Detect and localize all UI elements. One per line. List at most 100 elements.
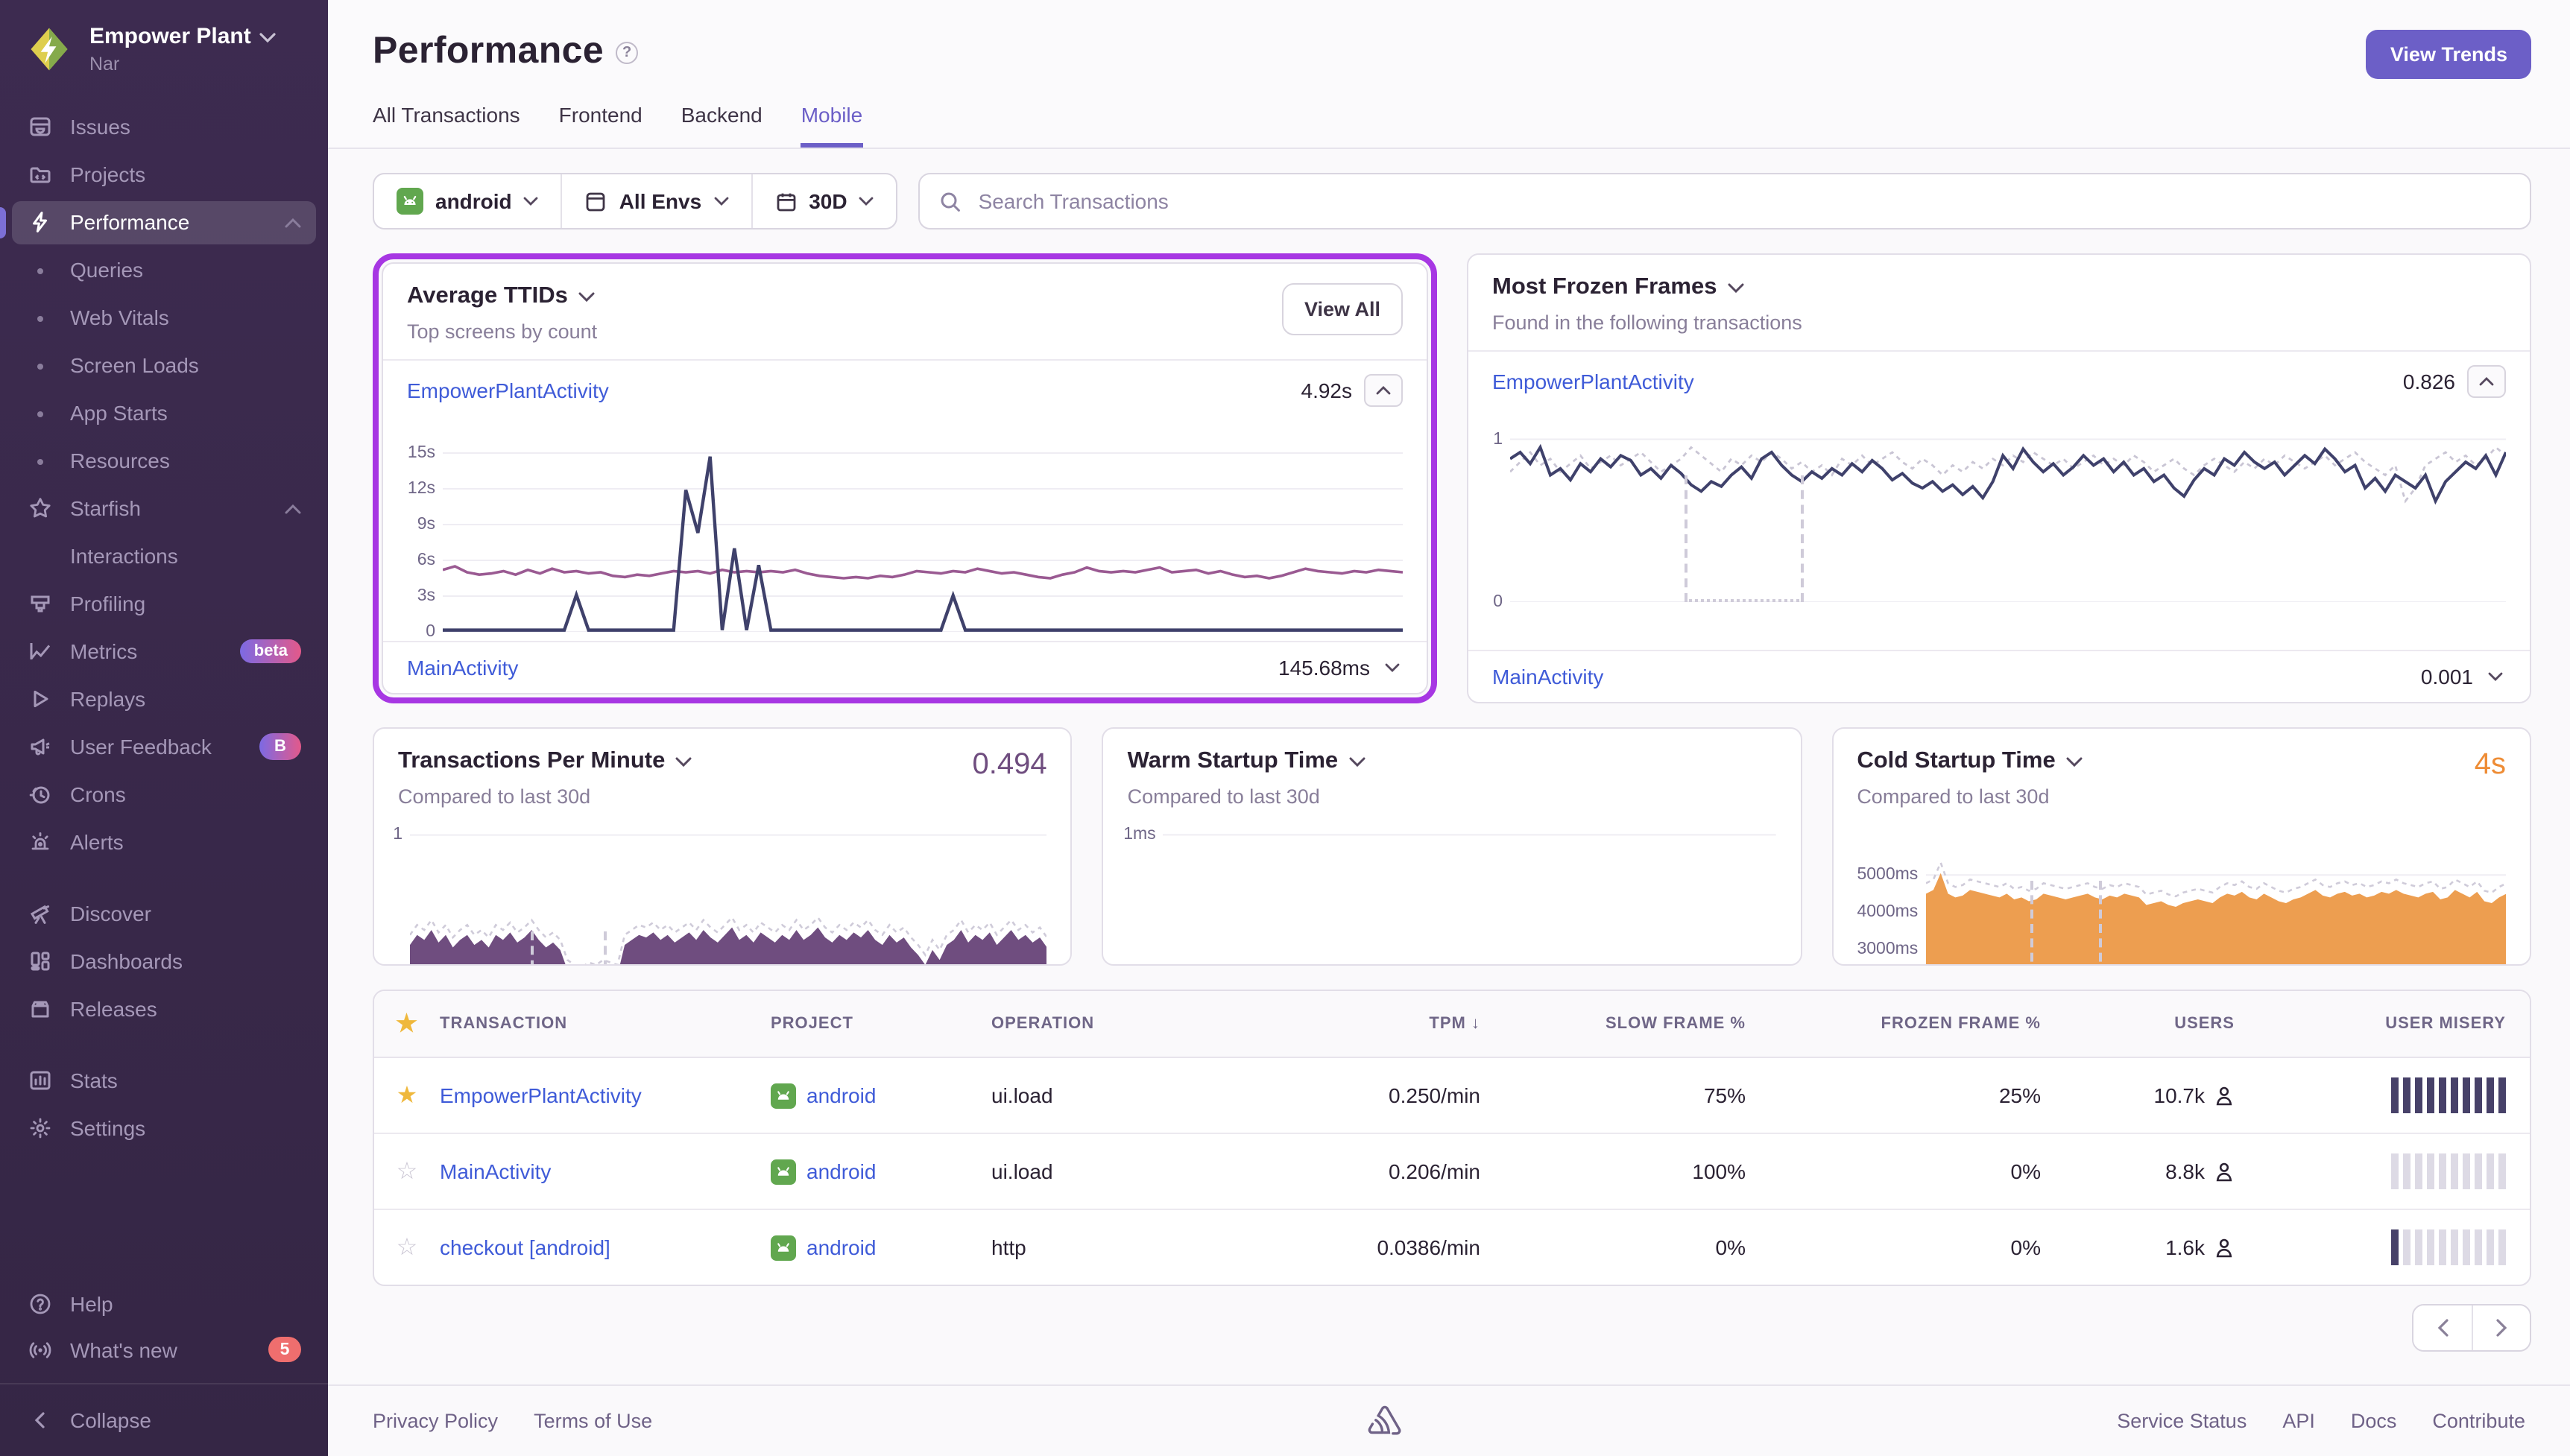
sidebar-item-discover[interactable]: Discover [12,893,316,936]
transaction-link[interactable]: checkout [android] [440,1235,610,1259]
transaction-link[interactable]: MainActivity [1492,665,1603,689]
project-filter[interactable]: android [374,174,561,228]
star-column-header: ★ [374,991,440,1057]
bullet-icon [37,316,43,322]
col-operation[interactable]: OPERATION [991,997,1242,1051]
terms-of-use-link[interactable]: Terms of Use [534,1410,652,1432]
misery-bar [2487,1153,2494,1189]
gear-icon [27,1117,54,1141]
misery-bar [2475,1077,2482,1113]
star-toggle[interactable]: ☆ [374,1213,440,1282]
project-link[interactable]: android [806,1159,876,1183]
sentry-logo-icon [1365,1403,1404,1439]
collapse-row-button[interactable] [1364,374,1403,407]
help-tooltip-icon[interactable]: ? [616,42,638,64]
sidebar-item-interactions[interactable]: Interactions [12,535,316,578]
tab-frontend[interactable]: Frontend [559,103,642,148]
sort-desc-icon: ↓ [1471,1015,1480,1033]
service-status-link[interactable]: Service Status [2117,1410,2247,1432]
sidebar-item-performance[interactable]: Performance [12,201,316,244]
sidebar-item-whats-new[interactable]: What's new 5 [12,1328,316,1371]
col-users[interactable]: USERS [2041,997,2235,1051]
sidebar-item-stats[interactable]: Stats [12,1060,316,1103]
star-toggle[interactable]: ★ [374,1061,440,1130]
sidebar-item-web-vitals[interactable]: Web Vitals [12,297,316,340]
sidebar-item-app-starts[interactable]: App Starts [12,392,316,435]
misery-bar [2487,1077,2494,1113]
sidebar-item-metrics[interactable]: Metrics beta [12,630,316,674]
sidebar-item-releases[interactable]: Releases [12,988,316,1031]
misery-bar [2403,1077,2410,1113]
sidebar-item-settings[interactable]: Settings [12,1107,316,1150]
view-all-button[interactable]: View All [1282,283,1403,335]
transaction-link[interactable]: EmpowerPlantActivity [1492,370,1694,393]
sidebar-item-projects[interactable]: Projects [12,153,316,197]
card-title-row[interactable]: Warm Startup Time [1128,748,1777,775]
contribute-link[interactable]: Contribute [2432,1410,2525,1432]
project-link[interactable]: android [806,1083,876,1107]
transaction-search[interactable] [919,173,2531,230]
transaction-link[interactable]: EmpowerPlantActivity [407,379,609,402]
expand-row-button[interactable] [1382,660,1403,675]
docs-link[interactable]: Docs [2351,1410,2397,1432]
bullet-icon [37,411,43,417]
misery-bar [2415,1153,2422,1189]
sidebar-item-screen-loads[interactable]: Screen Loads [12,344,316,387]
sidebar-item-replays[interactable]: Replays [12,678,316,721]
environment-filter[interactable]: All Envs [561,174,751,228]
project-link[interactable]: android [806,1235,876,1259]
chevron-down-icon [1385,663,1400,672]
cold-startup-chart: 5000ms4000ms3000ms2000ms1000ms [1833,824,2530,966]
warm-startup-title: Warm Startup Time [1128,748,1339,775]
misery-bar [2403,1229,2410,1265]
chevron-up-icon [285,504,301,514]
col-transaction[interactable]: TRANSACTION [440,997,771,1051]
ttid-row-empowerplantactivity: EmpowerPlantActivity 4.92s [383,359,1427,420]
performance-tabs: All Transactions Frontend Backend Mobile [373,103,2531,148]
warm-y-axis: 1ms0 [1119,830,1164,966]
col-frozen-frame[interactable]: FROZEN FRAME % [1746,997,2041,1051]
col-project[interactable]: PROJECT [771,997,991,1051]
col-tpm-sorted[interactable]: TPM ↓ [1242,997,1480,1051]
sidebar-item-resources[interactable]: Resources [12,440,316,483]
sidebar-item-issues[interactable]: Issues [12,106,316,149]
sidebar-collapse-button[interactable]: Collapse [12,1399,316,1442]
view-trends-button[interactable]: View Trends [2367,30,2531,79]
tab-mobile[interactable]: Mobile [801,103,863,148]
collapse-row-button[interactable] [2467,365,2506,398]
tab-backend[interactable]: Backend [681,103,763,148]
sidebar-item-crons[interactable]: Crons [12,773,316,817]
sidebar-item-user-feedback[interactable]: User Feedback B [12,726,316,769]
transaction-link[interactable]: EmpowerPlantActivity [440,1083,642,1107]
panel-title-row[interactable]: Average TTIDs [407,283,1282,310]
sidebar-item-dashboards[interactable]: Dashboards [12,940,316,984]
col-user-misery[interactable]: USER MISERY [2235,997,2530,1051]
ttid-y-axis: 15s12s9s6s3s0 [398,435,443,632]
misery-bar [2391,1077,2399,1113]
panel-title-row[interactable]: Most Frozen Frames [1492,274,2506,301]
bar-chart-icon [27,1069,54,1093]
sidebar-item-profiling[interactable]: Profiling [12,583,316,626]
transaction-link[interactable]: MainActivity [407,656,518,680]
previous-page-button[interactable] [2413,1305,2472,1350]
misery-bar [2463,1153,2470,1189]
tab-all-transactions[interactable]: All Transactions [373,103,520,148]
search-input[interactable] [976,188,2510,215]
star-toggle[interactable]: ☆ [374,1137,440,1206]
next-page-button[interactable] [2472,1305,2530,1350]
card-title-row[interactable]: Transactions Per Minute [398,748,955,775]
sidebar-item-queries[interactable]: Queries [12,249,316,292]
user-misery-cell [2235,1134,2530,1209]
expand-row-button[interactable] [2485,669,2506,684]
sidebar-item-help[interactable]: Help [12,1282,316,1326]
date-range-filter[interactable]: 30D [751,174,896,228]
tpm-chart: 10 [374,824,1071,966]
sidebar-item-alerts[interactable]: Alerts [12,821,316,864]
col-slow-frame[interactable]: SLOW FRAME % [1480,997,1746,1051]
privacy-policy-link[interactable]: Privacy Policy [373,1410,498,1432]
card-title-row[interactable]: Cold Startup Time [1857,748,2456,775]
org-switcher[interactable]: Empower Plant Nar [0,0,328,92]
api-link[interactable]: API [2282,1410,2315,1432]
sidebar-item-starfish[interactable]: Starfish [12,487,316,531]
transaction-link[interactable]: MainActivity [440,1159,551,1183]
